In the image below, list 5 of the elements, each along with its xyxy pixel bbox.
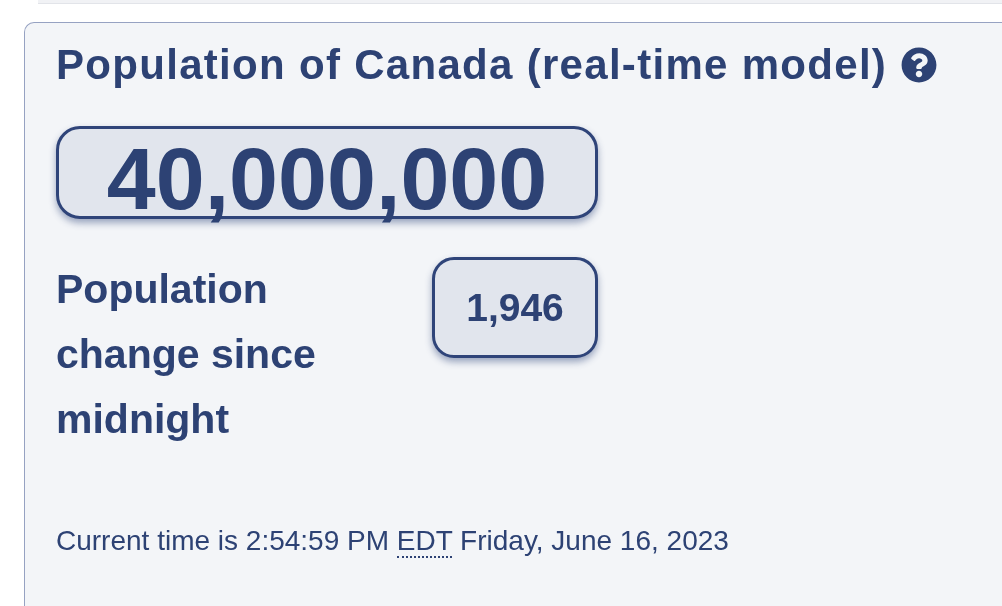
- help-icon[interactable]: [901, 47, 938, 83]
- card-title: Population of Canada (real-time model): [56, 41, 888, 89]
- change-counter: 1,946: [432, 257, 598, 358]
- current-time-text: Current time is 2:54:59 PM EDT Friday, June 16, 2023: [56, 524, 729, 559]
- change-label: Population change since midnight: [56, 265, 317, 444]
